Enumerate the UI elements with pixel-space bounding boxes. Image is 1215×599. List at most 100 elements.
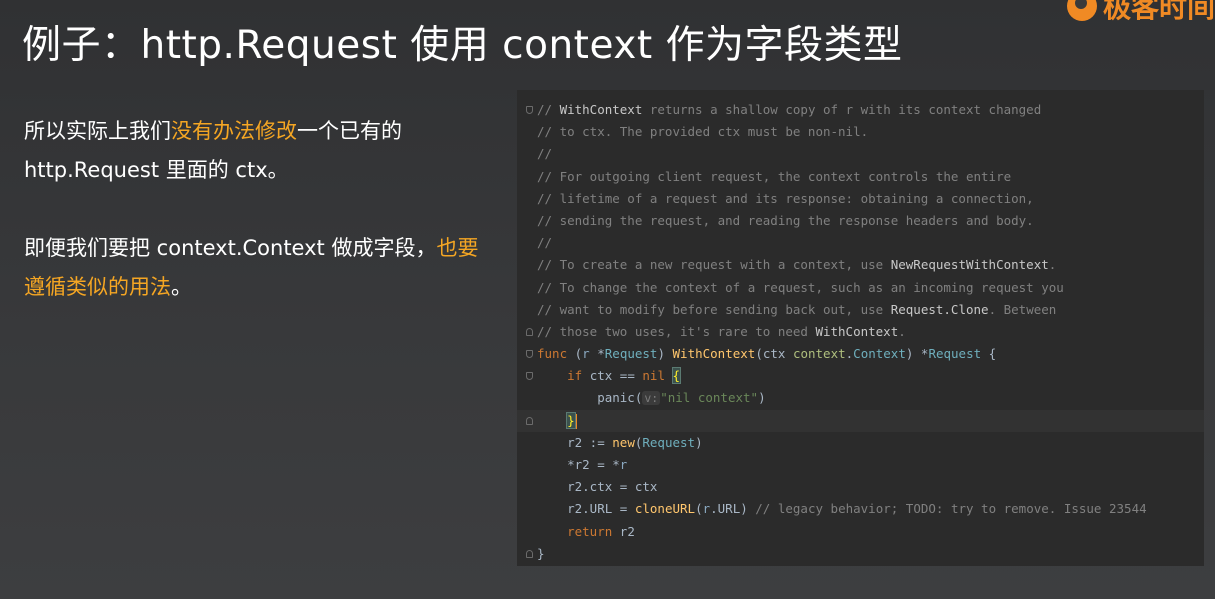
code-token: // those two uses, it's rare to need <box>537 323 816 339</box>
code-token: // lifetime of a request and its respons… <box>537 190 1034 206</box>
code-token: r2 <box>612 523 635 539</box>
code-token: Request.Clone <box>890 301 989 317</box>
code-line[interactable]: // <box>517 143 1204 165</box>
code-token: r <box>582 346 590 362</box>
slide-title: 例子：http.Request 使用 context 作为字段类型 <box>22 23 903 68</box>
code-line[interactable]: panic(v: "nil context") <box>517 387 1204 409</box>
code-token: ) * <box>905 346 929 362</box>
code-token: ) <box>758 390 766 406</box>
code-line[interactable]: // To create a new request with a contex… <box>517 254 1204 276</box>
paragraph-1-highlight: 没有办法修改 <box>171 119 297 143</box>
code-token: return <box>567 523 613 539</box>
code-token: NewRequestWithContext <box>890 257 1049 273</box>
code-token: *r2 = * <box>537 457 620 472</box>
code-token: . <box>1048 257 1057 273</box>
code-token: context <box>792 346 846 362</box>
code-token: ) <box>657 346 673 362</box>
code-token: { <box>671 367 681 385</box>
code-token: (ctx <box>755 346 793 362</box>
code-token: r2 := <box>537 434 613 450</box>
code-token: // <box>537 102 560 117</box>
code-line[interactable]: return r2 <box>517 521 1204 543</box>
fold-start-icon[interactable] <box>526 106 533 114</box>
code-token: .URL) <box>710 501 756 517</box>
code-line[interactable]: if ctx == nil { <box>517 365 1204 387</box>
code-lines: // WithContext returns a shallow copy of… <box>517 99 1204 565</box>
fold-start-icon[interactable] <box>526 372 533 381</box>
code-token: func <box>537 346 568 362</box>
code-token: . Between <box>988 301 1057 317</box>
code-line[interactable]: // want to modify before sending back ou… <box>517 299 1204 321</box>
fold-end-icon[interactable] <box>526 416 533 425</box>
code-token: // To change the context of a request, s… <box>537 279 1064 295</box>
code-line[interactable]: r2.ctx = ctx <box>517 476 1204 498</box>
code-line[interactable]: // <box>517 232 1204 254</box>
code-token: // For outgoing client request, the cont… <box>537 168 1012 184</box>
code-line[interactable]: r2.URL = cloneURL(r.URL) // legacy behav… <box>517 498 1204 520</box>
code-line[interactable]: // sending the request, and reading the … <box>517 210 1204 232</box>
code-token: ( <box>567 346 583 362</box>
code-token: // to ctx. The provided ctx must be non-… <box>537 124 869 140</box>
fold-end-icon[interactable] <box>526 327 533 336</box>
code-token: Request <box>604 346 658 362</box>
paragraph-2-start: 即便我们要把 context.Context 做成字段， <box>24 236 437 260</box>
code-token: // legacy behavior; TODO: try to remove.… <box>755 501 1147 517</box>
code-token: WithContext <box>559 102 643 117</box>
code-token: // want to modify before sending back ou… <box>537 301 891 317</box>
code-token: } <box>537 545 545 561</box>
code-token: cloneURL <box>634 501 696 517</box>
code-line[interactable]: r2 := new(Request) <box>517 432 1204 454</box>
code-token: Context <box>853 346 906 362</box>
code-token: . <box>898 323 906 339</box>
text-caret <box>574 413 577 429</box>
code-line[interactable]: } <box>517 409 1204 432</box>
code-line[interactable]: func (r *Request) WithContext(ctx contex… <box>517 343 1204 365</box>
paragraph-1: 所以实际上我们没有办法修改一个已有的 http.Request 里面的 ctx。 <box>24 112 494 190</box>
code-token: ( <box>695 501 703 517</box>
paragraph-2-end: 。 <box>171 275 192 299</box>
code-token: { <box>981 346 997 362</box>
logo-icon <box>1066 0 1097 21</box>
code-line[interactable]: // to ctx. The provided ctx must be non-… <box>517 121 1204 143</box>
code-token: WithContext <box>815 323 899 339</box>
code-token: r2.ctx = ctx <box>537 479 658 495</box>
code-editor[interactable]: // WithContext returns a shallow copy of… <box>517 90 1204 566</box>
code-token: "nil context" <box>660 390 759 406</box>
code-line[interactable]: *r2 = *r <box>517 454 1204 476</box>
code-token: r <box>619 457 628 472</box>
code-token: returns a shallow copy of r with its con… <box>642 102 1042 117</box>
code-token: * <box>589 346 605 362</box>
fold-end-icon[interactable] <box>526 549 533 558</box>
code-token: r <box>702 501 711 517</box>
logo-text: 极客时间 <box>1102 0 1215 22</box>
brand-logo: 极客时间 <box>1066 0 1215 22</box>
code-token: WithContext <box>672 346 756 362</box>
code-token: r2.URL = <box>537 501 635 517</box>
code-token: new <box>612 434 635 450</box>
code-token: if <box>567 368 583 384</box>
parameter-hint: v: <box>642 391 661 406</box>
code-token: // sending the request, and reading the … <box>537 212 1034 228</box>
code-token: ) <box>695 434 703 450</box>
code-token: } <box>566 411 576 429</box>
explanation-text: 所以实际上我们没有办法修改一个已有的 http.Request 里面的 ctx。… <box>24 112 494 346</box>
code-line[interactable]: // For outgoing client request, the cont… <box>517 166 1204 188</box>
code-token: ctx == <box>582 368 643 384</box>
code-token: panic( <box>537 390 643 406</box>
code-line[interactable]: // those two uses, it's rare to need Wit… <box>517 321 1204 343</box>
paragraph-2: 即便我们要把 context.Context 做成字段，也要遵循类似的用法。 <box>24 229 494 307</box>
fold-start-icon[interactable] <box>526 350 533 359</box>
code-line[interactable]: // lifetime of a request and its respons… <box>517 188 1204 210</box>
code-line[interactable]: } <box>517 543 1204 565</box>
code-token: // <box>537 146 553 162</box>
code-line[interactable]: // To change the context of a request, s… <box>517 277 1204 299</box>
code-token: nil <box>642 368 665 384</box>
code-token: Request <box>642 434 696 450</box>
code-token: // <box>537 235 553 251</box>
code-line[interactable]: // WithContext returns a shallow copy of… <box>517 99 1204 121</box>
code-token: // To create a new request with a contex… <box>537 257 891 273</box>
